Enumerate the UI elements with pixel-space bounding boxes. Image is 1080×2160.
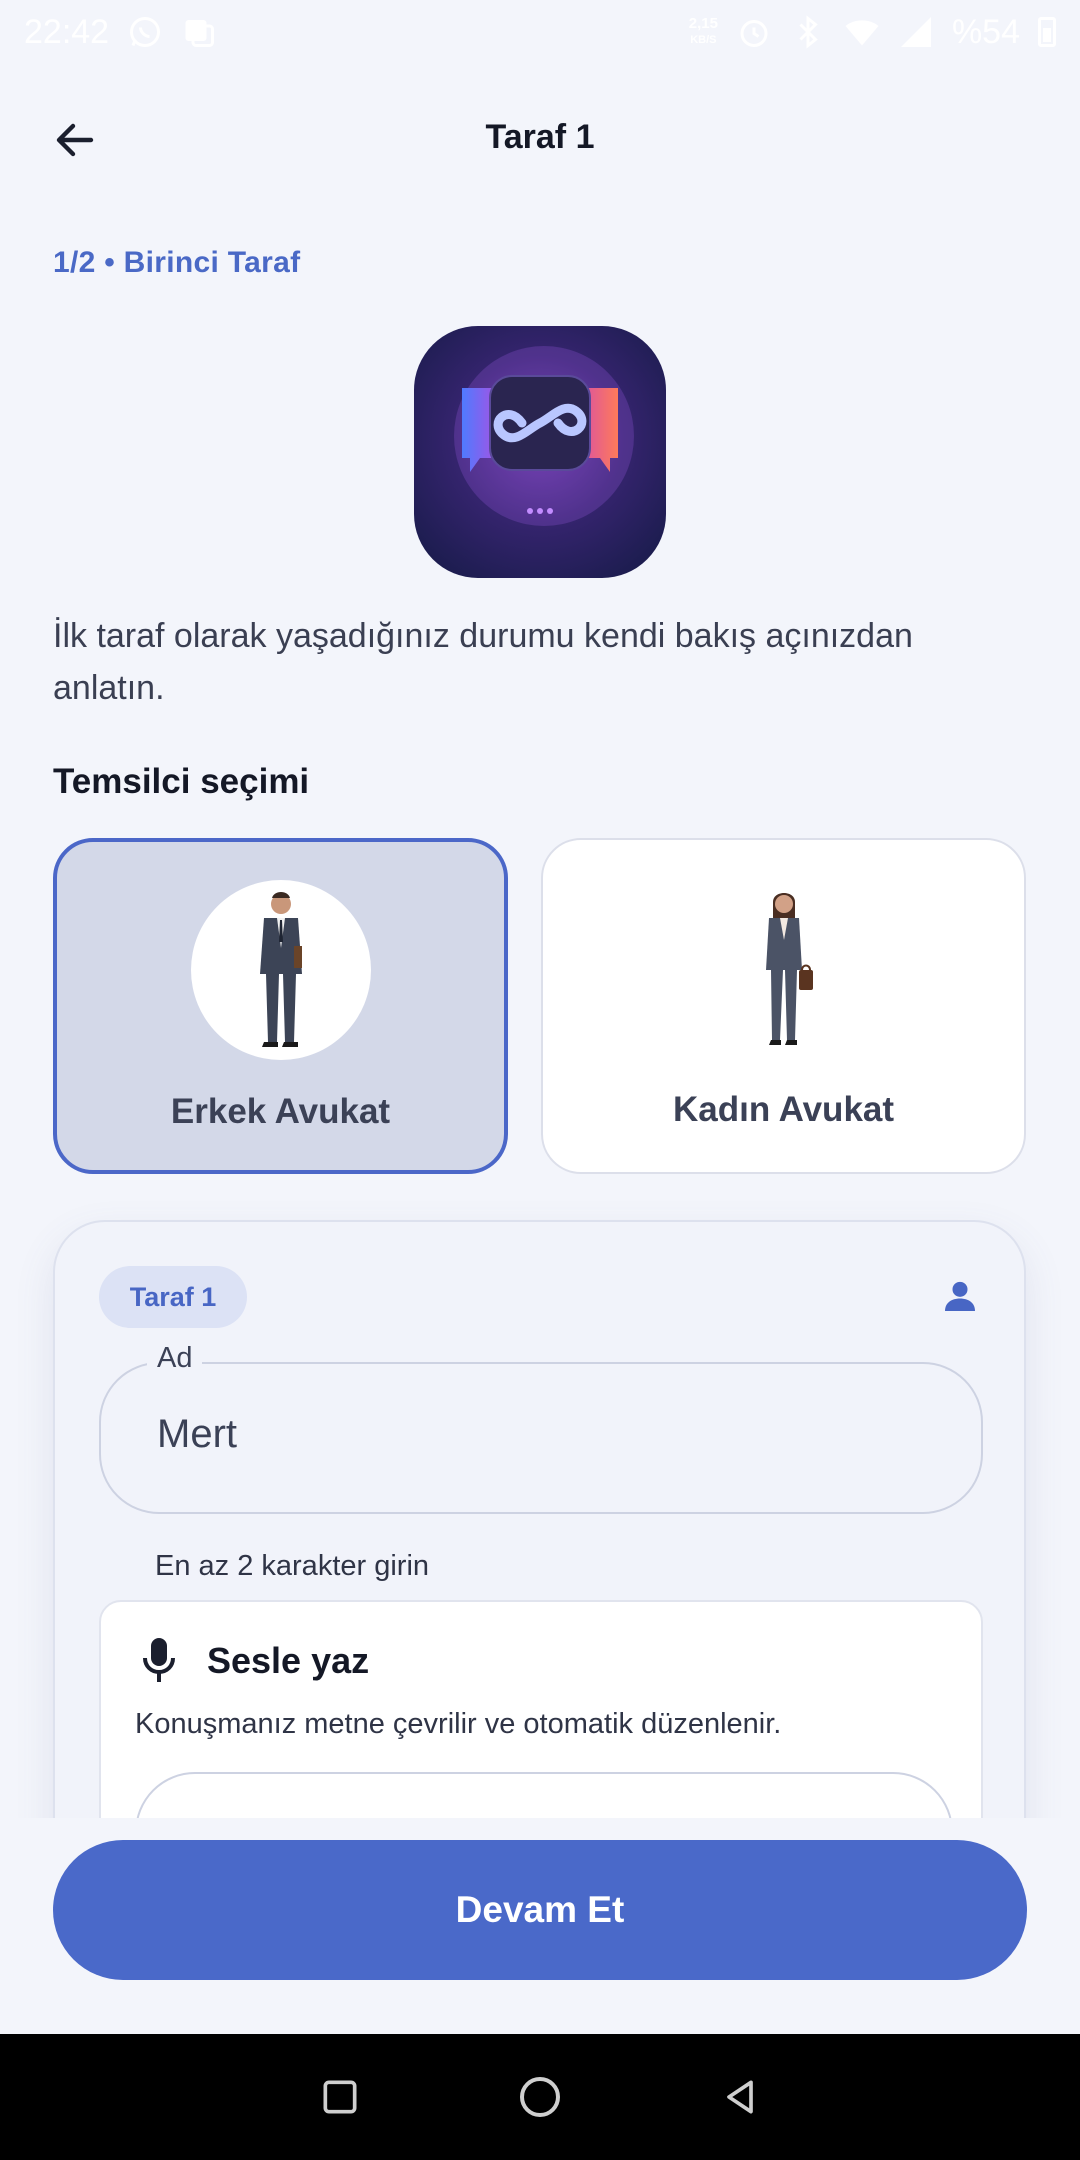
person-icon bbox=[945, 1281, 975, 1311]
wifi-icon bbox=[845, 20, 879, 46]
bottom-action-area: Devam Et bbox=[0, 1818, 1080, 2034]
page-title: Taraf 1 bbox=[485, 118, 595, 156]
whatsapp-icon bbox=[130, 17, 161, 47]
home-button[interactable] bbox=[515, 2072, 565, 2122]
section-title: Temsilci seçimi bbox=[53, 762, 310, 801]
app-bar: Taraf 1 bbox=[0, 90, 1080, 186]
rep-card-male-lawyer[interactable]: Erkek Avukat bbox=[53, 838, 508, 1174]
status-time: 22:42 bbox=[24, 12, 110, 51]
name-input[interactable] bbox=[157, 1412, 937, 1457]
rep-label-female: Kadın Avukat bbox=[672, 1090, 895, 1129]
alarm-icon bbox=[740, 20, 768, 47]
system-nav-bar bbox=[0, 2034, 1080, 2160]
name-helper-text: En az 2 karakter girin bbox=[155, 1550, 430, 1582]
home-icon bbox=[520, 2077, 560, 2117]
status-right: 2,15 KB/S %54 bbox=[689, 13, 1056, 52]
back-nav-button[interactable] bbox=[715, 2072, 765, 2122]
male-lawyer-icon bbox=[259, 892, 302, 1047]
back-triangle-icon bbox=[727, 2080, 753, 2114]
party-form-card: Taraf 1 Ad En az 2 karakter girin Sesle … bbox=[53, 1220, 1026, 2000]
name-field-label: Ad bbox=[147, 1342, 203, 1375]
rep-label-male: Erkek Avukat bbox=[170, 1092, 391, 1131]
recents-button[interactable] bbox=[315, 2072, 365, 2122]
party-chip: Taraf 1 bbox=[99, 1266, 247, 1328]
recents-icon bbox=[323, 2080, 357, 2114]
name-field[interactable]: Ad bbox=[99, 1342, 983, 1514]
status-left: 22:42 bbox=[24, 13, 217, 52]
battery-percent: %54 bbox=[951, 12, 1020, 51]
status-bar: 22:42 2,15 KB/S %54 bbox=[0, 0, 1080, 64]
bluetooth-icon bbox=[799, 15, 818, 49]
voice-title: Sesle yaz bbox=[207, 1640, 370, 1681]
app-logo bbox=[414, 326, 666, 578]
logo-graphic bbox=[454, 346, 634, 526]
intro-text: İlk taraf olarak yaşadığınız durumu kend… bbox=[53, 617, 913, 707]
cell-signal-icon bbox=[900, 17, 931, 47]
rep-card-female-lawyer[interactable]: Kadın Avukat bbox=[541, 838, 1026, 1174]
net-speed: 2,15 KB/S bbox=[688, 15, 718, 47]
voice-description: Konuşmanız metne çevrilir ve otomatik dü… bbox=[135, 1708, 782, 1740]
female-lawyer-avatar bbox=[694, 878, 874, 1058]
battery-icon bbox=[1038, 17, 1056, 47]
microphone-icon bbox=[143, 1638, 175, 1682]
continue-button[interactable]: Devam Et bbox=[53, 1840, 1027, 1980]
female-lawyer-icon bbox=[765, 893, 813, 1045]
notification-app-icon bbox=[185, 20, 215, 47]
male-lawyer-avatar bbox=[190, 880, 371, 1060]
step-label: 1/2 • Birinci Taraf bbox=[53, 246, 301, 279]
